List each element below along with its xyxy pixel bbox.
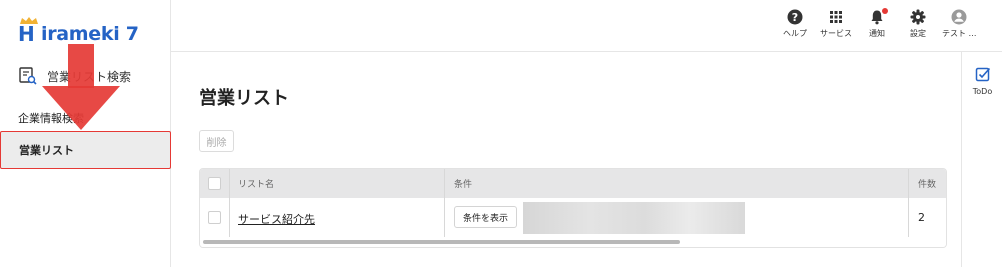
list-search-icon — [19, 67, 37, 85]
logo-mark: H — [18, 17, 40, 46]
annotation-arrow-icon — [42, 44, 120, 130]
list-name-link[interactable]: サービス紹介先 — [238, 211, 315, 227]
table-header: リスト名 条件 件数 — [200, 169, 946, 198]
notifications-button[interactable]: 通知 — [869, 8, 888, 39]
column-header-condition: 条件 — [454, 180, 473, 190]
logo-letter: H — [18, 22, 35, 46]
show-condition-button[interactable]: 条件を表示 — [454, 206, 517, 228]
sidebar: H irameki 7 営業リスト検索 企業情報検索 営業リスト — [0, 0, 171, 267]
column-header-count: 件数 — [918, 180, 937, 190]
help-label: ヘルプ — [783, 29, 807, 38]
services-label: サービス — [820, 29, 852, 38]
sidebar-item-label: 営業リスト — [19, 144, 74, 157]
column-header-list-name: リスト名 — [238, 180, 275, 190]
notifications-label: 通知 — [869, 29, 885, 38]
todo-check-icon — [975, 67, 990, 82]
app-logo[interactable]: H irameki 7 — [18, 17, 139, 45]
table-row: サービス紹介先 条件を表示 2 — [200, 198, 946, 237]
horizontal-scrollbar[interactable] — [200, 237, 946, 247]
help-button[interactable]: ? ヘルプ — [783, 9, 807, 39]
sales-list-table: リスト名 条件 件数 サービス紹介先 条件を表示 2 — [199, 168, 947, 248]
row-checkbox[interactable] — [208, 211, 221, 224]
user-icon — [951, 9, 967, 25]
logo-text: irameki 7 — [41, 23, 139, 45]
gear-icon — [910, 9, 926, 25]
svg-text:?: ? — [792, 11, 798, 24]
top-bar: ? ヘルプ サービス 通知 設定 テスト … — [171, 0, 1002, 52]
scrollbar-thumb[interactable] — [203, 240, 680, 244]
redacted-condition — [523, 202, 745, 234]
sidebar-item-sales-list[interactable]: 営業リスト — [0, 131, 171, 169]
user-label: テスト … — [942, 29, 977, 38]
settings-button[interactable]: 設定 — [910, 9, 926, 39]
notification-badge — [882, 8, 888, 14]
todo-label: ToDo — [972, 87, 993, 96]
list-count: 2 — [918, 211, 925, 224]
services-button[interactable]: サービス — [820, 9, 852, 39]
settings-label: 設定 — [910, 29, 926, 38]
select-all-checkbox[interactable] — [208, 177, 221, 190]
grid-icon — [830, 11, 842, 23]
right-rail: ToDo — [961, 52, 1002, 267]
delete-button[interactable]: 削除 — [199, 130, 234, 152]
help-icon: ? — [787, 9, 803, 25]
page-title: 営業リスト — [199, 88, 289, 109]
todo-button[interactable]: ToDo — [962, 66, 1002, 96]
user-menu-button[interactable]: テスト … — [942, 9, 977, 39]
